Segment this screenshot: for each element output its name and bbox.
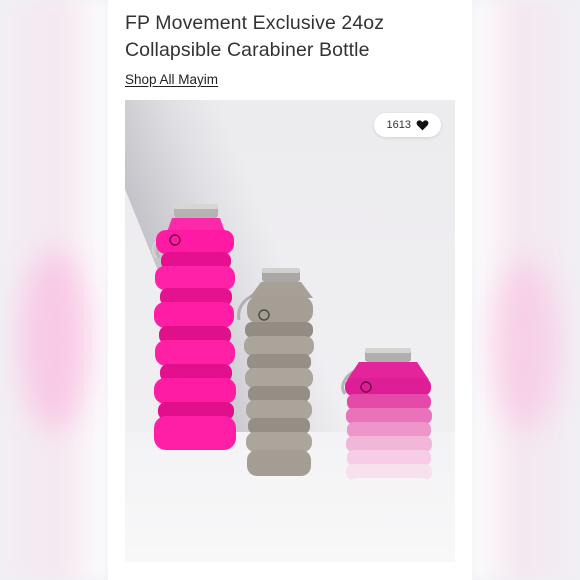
likes-button[interactable]: 1613 <box>373 113 441 137</box>
product-image[interactable]: 1613 <box>125 100 455 562</box>
heart-icon <box>416 119 429 131</box>
gray-bottle <box>229 268 329 482</box>
background-blur-pink <box>20 250 90 430</box>
product-card: FP Movement Exclusive 24oz Collapsible C… <box>108 0 472 580</box>
background-blur-pink-right <box>490 260 560 430</box>
likes-count: 1613 <box>386 119 411 131</box>
pink-bottle <box>145 200 237 456</box>
product-title: FP Movement Exclusive 24oz Collapsible C… <box>125 12 385 61</box>
shop-all-link[interactable]: Shop All Mayim <box>125 72 218 87</box>
ombre-bottle <box>337 346 439 506</box>
